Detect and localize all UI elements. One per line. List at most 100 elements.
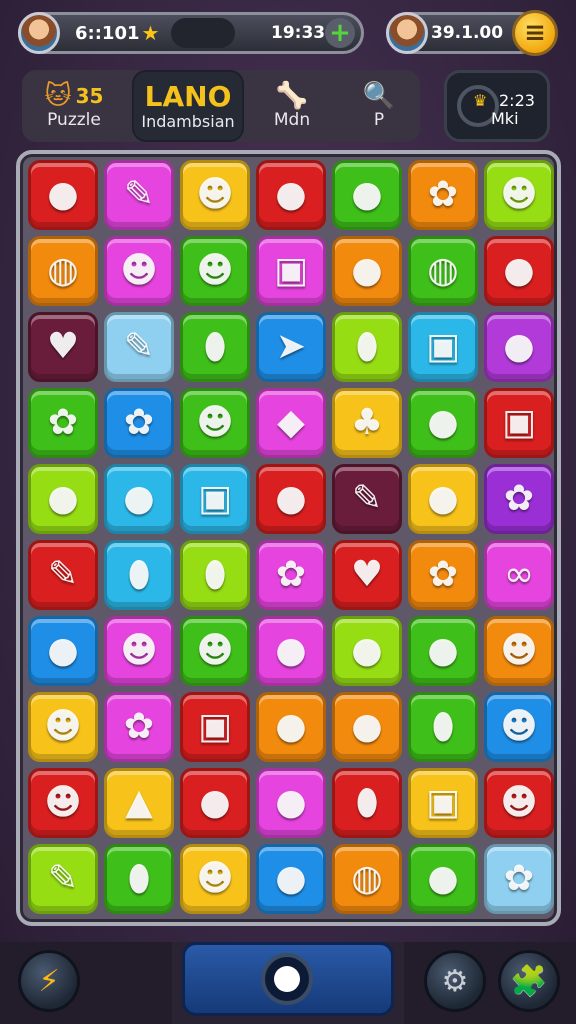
- play-bar[interactable]: [182, 942, 394, 1016]
- tab-puzzle[interactable]: 🐱 35 Puzzle: [22, 70, 126, 142]
- board-tile[interactable]: ◆: [256, 388, 326, 458]
- board-tile[interactable]: ✿: [28, 388, 98, 458]
- board-tile[interactable]: ▣: [256, 236, 326, 306]
- bone-icon: 🦴: [275, 81, 309, 111]
- board-tile[interactable]: ●: [256, 692, 326, 762]
- tab-mdn[interactable]: 🦴 Mdn: [250, 70, 334, 142]
- board-tile[interactable]: ●: [484, 236, 554, 306]
- board-tile[interactable]: ⬮: [332, 768, 402, 838]
- board-tile[interactable]: ▲: [104, 768, 174, 838]
- board-tile[interactable]: ◍: [332, 844, 402, 914]
- board-tile[interactable]: ☻: [180, 236, 250, 306]
- board-tile[interactable]: ✎: [28, 844, 98, 914]
- board-tile[interactable]: ☻: [28, 768, 98, 838]
- puzzle-button[interactable]: 🧩: [498, 950, 560, 1012]
- board-tile[interactable]: ●: [332, 160, 402, 230]
- board-tile[interactable]: ♥: [28, 312, 98, 382]
- tile-piece-icon: ⬮: [127, 554, 151, 595]
- board-tile[interactable]: ●: [180, 768, 250, 838]
- settings-button[interactable]: ⚙: [424, 950, 486, 1012]
- tile-piece-icon: ●: [351, 174, 383, 215]
- board-tile[interactable]: ●: [408, 464, 478, 534]
- board-tile[interactable]: ▣: [180, 464, 250, 534]
- tile-piece-icon: ➤: [275, 326, 307, 367]
- board-tile[interactable]: ●: [28, 160, 98, 230]
- board-tile[interactable]: ✎: [28, 540, 98, 610]
- board-tile[interactable]: ●: [256, 616, 326, 686]
- player-avatar[interactable]: [18, 12, 60, 54]
- booster-button[interactable]: ⚡: [18, 950, 80, 1012]
- board-tile[interactable]: ◍: [408, 236, 478, 306]
- tile-piece-icon: ☻: [120, 630, 158, 671]
- tile-piece-icon: ▣: [425, 782, 460, 823]
- board-tile[interactable]: ●: [408, 616, 478, 686]
- score-progress-track: [171, 18, 235, 48]
- board-tile[interactable]: ⬮: [180, 540, 250, 610]
- profile-avatar[interactable]: [386, 12, 428, 54]
- board-tile[interactable]: ☻: [484, 616, 554, 686]
- crown-icon: ♛: [473, 91, 488, 110]
- board-tile[interactable]: ●: [484, 312, 554, 382]
- board-tile[interactable]: ➤: [256, 312, 326, 382]
- tab-puzzle-label: Puzzle: [47, 110, 101, 130]
- board-tile[interactable]: ☻: [484, 692, 554, 762]
- tab-p[interactable]: 🔍 P: [338, 70, 420, 142]
- board-tile[interactable]: ●: [256, 160, 326, 230]
- board-tile[interactable]: ●: [408, 388, 478, 458]
- board-tile[interactable]: ●: [332, 616, 402, 686]
- board-tile[interactable]: ●: [28, 616, 98, 686]
- board-tile[interactable]: ⬮: [408, 692, 478, 762]
- board-tile[interactable]: ●: [332, 692, 402, 762]
- tile-piece-icon: ●: [427, 858, 459, 899]
- board-tile[interactable]: ☻: [104, 236, 174, 306]
- board-tile[interactable]: ☻: [484, 160, 554, 230]
- board-tile[interactable]: ⬮: [104, 540, 174, 610]
- board-tile[interactable]: ∞: [484, 540, 554, 610]
- board-tile[interactable]: ●: [332, 236, 402, 306]
- board-tile[interactable]: ▣: [484, 388, 554, 458]
- board-tile[interactable]: ☻: [484, 768, 554, 838]
- board-tile[interactable]: ☻: [104, 616, 174, 686]
- board-tile[interactable]: ⬮: [180, 312, 250, 382]
- tile-piece-icon: ●: [275, 782, 307, 823]
- board-tile[interactable]: ✿: [104, 692, 174, 762]
- tab-indambsian[interactable]: LANO Indambsian: [132, 70, 244, 142]
- board-tile[interactable]: ✿: [484, 464, 554, 534]
- tile-piece-icon: ◍: [351, 858, 383, 899]
- board-tile[interactable]: ✿: [408, 540, 478, 610]
- board-tile[interactable]: ▣: [408, 312, 478, 382]
- board-tile[interactable]: ●: [104, 464, 174, 534]
- board-tile[interactable]: ✿: [256, 540, 326, 610]
- board-tile[interactable]: ▣: [408, 768, 478, 838]
- board-tile[interactable]: ✎: [104, 160, 174, 230]
- tile-piece-icon: ☻: [500, 782, 538, 823]
- board-tile[interactable]: ◍: [28, 236, 98, 306]
- menu-button[interactable]: ≡: [512, 10, 558, 56]
- play-button-icon[interactable]: [261, 953, 313, 1005]
- board-tile[interactable]: ♣: [332, 388, 402, 458]
- board-tile[interactable]: ✿: [484, 844, 554, 914]
- board-tile[interactable]: ⬮: [104, 844, 174, 914]
- board-tile[interactable]: ✎: [104, 312, 174, 382]
- board-tile[interactable]: ▣: [180, 692, 250, 762]
- plus-icon[interactable]: +: [325, 18, 355, 48]
- board-tile[interactable]: ✿: [408, 160, 478, 230]
- board-tile[interactable]: ✿: [104, 388, 174, 458]
- board-tile[interactable]: ●: [256, 768, 326, 838]
- board-tile[interactable]: ☻: [180, 844, 250, 914]
- board-tile[interactable]: ●: [408, 844, 478, 914]
- tab-indambsian-label: Indambsian: [141, 111, 235, 131]
- board-tile[interactable]: ●: [256, 464, 326, 534]
- tile-piece-icon: ◆: [277, 402, 305, 443]
- board-tile[interactable]: ☻: [180, 616, 250, 686]
- board-tile[interactable]: ●: [28, 464, 98, 534]
- board-tile[interactable]: ☻: [180, 160, 250, 230]
- board-tile[interactable]: ♥: [332, 540, 402, 610]
- board-tile[interactable]: ●: [256, 844, 326, 914]
- board-tile[interactable]: ⬮: [332, 312, 402, 382]
- board-tile[interactable]: ✎: [332, 464, 402, 534]
- board-tile[interactable]: ☻: [180, 388, 250, 458]
- board-tile[interactable]: ☻: [28, 692, 98, 762]
- tile-piece-icon: ☻: [500, 630, 538, 671]
- timer-panel[interactable]: ♛ 2:23 Mki: [444, 70, 550, 142]
